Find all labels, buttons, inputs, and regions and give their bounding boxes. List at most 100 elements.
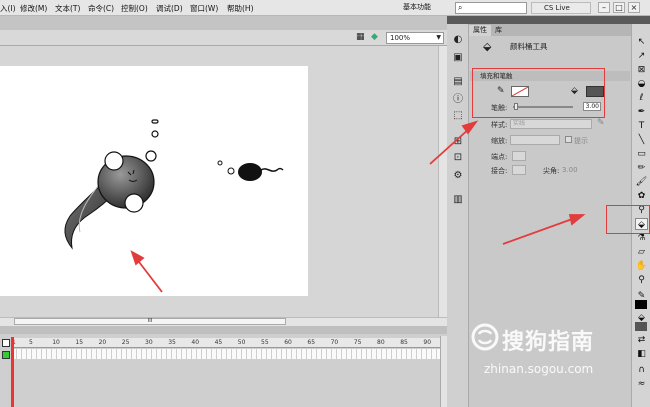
menu-command[interactable]: 命令(C) [88, 3, 114, 14]
text-tool-icon[interactable]: T [635, 120, 648, 132]
zoom-select[interactable]: 100% ▼ [386, 32, 444, 44]
hint-label: 提示 [574, 137, 588, 145]
menu-window[interactable]: 窗口(W) [190, 3, 218, 14]
document-tabs-bar [0, 16, 447, 30]
style-label: 样式: [491, 121, 508, 129]
align-icon[interactable]: ▤ [452, 76, 464, 88]
motion-editor-icon[interactable]: ◐ [452, 34, 464, 46]
menu-text[interactable]: 文本(T) [55, 3, 80, 14]
sogou-logo-icon [471, 323, 499, 351]
tool-name: 颜料桶工具 [510, 42, 548, 51]
zoom-value: 100% [390, 34, 411, 42]
properties-tabs: 属性 库 [469, 24, 631, 36]
frame-tick: 50 [237, 339, 246, 346]
search-icon: ⌕ [458, 3, 463, 12]
panel-icon-strip: ◐ ▣ ▤ ⓘ ⬚ ⊞ ⊡ ⚙ ▥ [447, 24, 469, 407]
components-icon[interactable]: ⊞ [452, 136, 464, 148]
transform-icon[interactable]: ⬚ [452, 110, 464, 122]
lasso-tool-icon[interactable]: ℓ [635, 92, 648, 104]
pen-tool-icon[interactable]: ✒ [635, 106, 648, 118]
annotation-box-paint-bucket [606, 205, 650, 234]
scene-icon[interactable]: ▥ [452, 194, 464, 206]
cap-label: 端点: [491, 153, 508, 161]
frame-tick: 80 [377, 339, 385, 346]
frame-tick: 85 [400, 339, 408, 346]
scale-select[interactable] [510, 135, 560, 145]
movie-explorer-icon[interactable]: ⊡ [452, 152, 464, 164]
chevron-down-icon: ▼ [436, 34, 441, 41]
frame-tick: 55 [261, 339, 269, 346]
scale-label: 缩放: [491, 137, 508, 145]
rectangle-tool-icon[interactable]: ▭ [635, 148, 648, 160]
cap-select[interactable] [512, 151, 526, 161]
scroll-grip: III [147, 318, 153, 324]
playhead[interactable] [11, 337, 14, 407]
frame-tick: 30 [145, 339, 153, 346]
frame-tick: 15 [75, 339, 84, 346]
menu-debug[interactable]: 调试(D) [156, 3, 183, 14]
tab-library[interactable]: 库 [491, 25, 506, 36]
layer-outline-icon[interactable] [2, 339, 10, 347]
line-tool-icon[interactable]: ╲ [635, 134, 648, 146]
timeline-header [0, 326, 447, 334]
deco-tool-icon[interactable]: ✿ [635, 190, 648, 202]
selection-tool-icon[interactable]: ↖ [635, 36, 648, 48]
stage-scroll-thumb[interactable]: III [14, 318, 286, 325]
layer-frames[interactable] [12, 349, 440, 359]
watermark-url: zhinan.sogou.com [484, 362, 594, 376]
paint-bucket-icon: ⬙ [483, 40, 492, 53]
menu-bar: 入(I) 修改(M) 文本(T) 命令(C) 控制(O) 调试(D) 窗口(W)… [0, 0, 650, 16]
hand-tool-icon[interactable]: ✋ [635, 260, 648, 272]
style-value: 实线 [513, 120, 526, 127]
style-select[interactable]: 实线 [510, 119, 592, 129]
minimize-button[interactable]: – [598, 2, 610, 13]
join-select[interactable] [512, 165, 526, 175]
frame-tick: 20 [98, 339, 107, 346]
frame-tick: 5 [29, 339, 33, 346]
frame-tick: 35 [168, 339, 176, 346]
tab-properties[interactable]: 属性 [469, 25, 491, 36]
frame-tick: 90 [423, 339, 432, 346]
stage-canvas[interactable] [0, 66, 308, 296]
stroke-color-chip[interactable] [635, 300, 647, 309]
edit-scene-icon[interactable]: ▦ [356, 32, 365, 42]
frame-tick: 70 [330, 339, 339, 346]
edit-bar: ▦ ◆ [0, 30, 447, 46]
menu-insert[interactable]: 入(I) [0, 3, 16, 14]
eraser-tool-icon[interactable]: ▱ [635, 246, 648, 258]
edit-symbol-icon[interactable]: ◆ [371, 32, 378, 42]
frame-tick: 10 [52, 339, 60, 346]
free-transform-tool-icon[interactable]: ⊠ [635, 64, 648, 76]
info-icon[interactable]: ⓘ [452, 94, 464, 106]
timeline-scrollbar[interactable] [440, 336, 447, 407]
annotation-box-fill-stroke [472, 68, 605, 118]
frame-tick: 25 [121, 339, 130, 346]
menu-help[interactable]: 帮助(H) [227, 3, 254, 14]
color-palette-icon[interactable]: ▣ [452, 52, 464, 64]
subselection-tool-icon[interactable]: ↗ [635, 50, 648, 62]
frame-tick: 65 [307, 339, 316, 346]
close-button[interactable]: × [628, 2, 640, 13]
tadpole-artwork [64, 119, 284, 250]
frame-tick: 75 [353, 339, 362, 346]
frame-ruler[interactable]: 1 51015202530354045505560657075808590 [12, 338, 440, 348]
edit-stroke-style-icon[interactable]: ✎ [597, 118, 605, 128]
layer-color-icon[interactable] [2, 351, 10, 359]
hint-checkbox[interactable] [565, 136, 572, 143]
frame-tick: 45 [214, 339, 223, 346]
menu-modify[interactable]: 修改(M) [20, 3, 47, 14]
3d-rotation-tool-icon[interactable]: ◒ [635, 78, 648, 90]
stage-vertical-scrollbar[interactable] [438, 46, 447, 317]
code-snippets-icon[interactable]: ⚙ [452, 170, 464, 182]
watermark: 搜狗指南 zhinan.sogou.com [470, 318, 640, 388]
menu-control[interactable]: 控制(O) [121, 3, 148, 14]
workspace-switcher[interactable]: 基本功能 [403, 2, 449, 14]
miter-label: 尖角: [543, 167, 560, 175]
brush-tool-icon[interactable]: 🖌 [635, 176, 648, 188]
maximize-button[interactable]: □ [613, 2, 625, 13]
cs-live-label: CS Live [544, 4, 570, 12]
zoom-tool-icon[interactable]: ⚲ [635, 274, 648, 286]
search-input[interactable]: ⌕ [455, 2, 527, 14]
pencil-tool-icon[interactable]: ✏ [635, 162, 648, 174]
cs-live-button[interactable]: CS Live [531, 2, 591, 14]
